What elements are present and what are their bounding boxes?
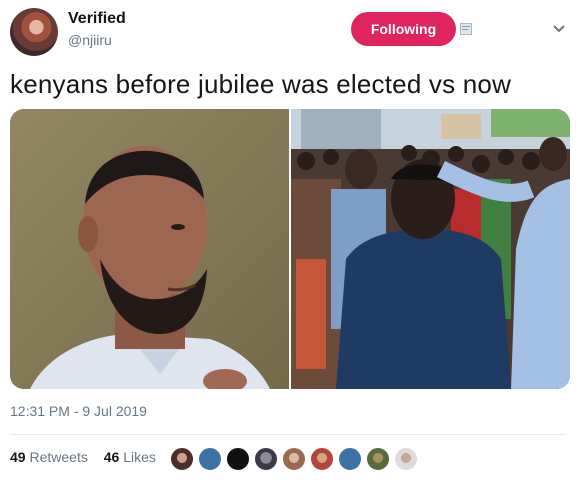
tweet-text: kenyans before jubilee was elected vs no…	[10, 69, 512, 99]
tweet-card: Verified @njiiru Following kenyans befor…	[0, 0, 576, 481]
liker-avatar[interactable]	[254, 447, 278, 471]
liker-avatar[interactable]	[310, 447, 334, 471]
engagement-stats: 49 Retweets 46 Likes	[10, 449, 168, 465]
retweets-count: 49	[10, 449, 26, 465]
liker-avatar[interactable]	[282, 447, 306, 471]
liker-avatar[interactable]	[170, 447, 194, 471]
liker-avatar[interactable]	[226, 447, 250, 471]
chevron-down-icon[interactable]	[552, 24, 566, 34]
retweets-label: Retweets	[29, 449, 88, 465]
photo-man-portrait[interactable]	[10, 109, 289, 389]
liker-avatar[interactable]	[198, 447, 222, 471]
likes-label: Likes	[123, 449, 156, 465]
tweet-media[interactable]	[10, 109, 570, 389]
liker-avatar[interactable]	[338, 447, 362, 471]
liker-avatar[interactable]	[366, 447, 390, 471]
author-display-name[interactable]: Verified	[68, 10, 126, 28]
author-handle[interactable]: @njiiru	[68, 32, 112, 48]
photo-crowd[interactable]	[291, 109, 570, 389]
divider	[10, 434, 566, 435]
following-button[interactable]: Following	[351, 12, 456, 46]
liker-avatar[interactable]	[394, 447, 418, 471]
portrait-illustration	[10, 109, 289, 389]
retweets-stat[interactable]: 49 Retweets	[10, 449, 92, 465]
crowd-illustration	[291, 109, 570, 389]
small-square-icon[interactable]	[460, 23, 472, 35]
tweet-timestamp[interactable]: 12:31 PM - 9 Jul 2019	[10, 403, 147, 419]
likes-count: 46	[103, 449, 120, 465]
likes-stat[interactable]: 46 Likes	[104, 449, 156, 465]
author-avatar[interactable]	[10, 8, 58, 56]
